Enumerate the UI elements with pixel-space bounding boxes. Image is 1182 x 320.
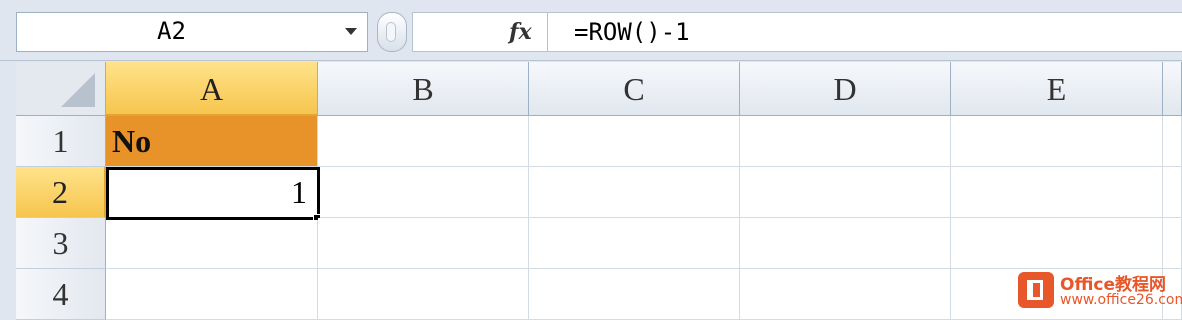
formula-bar-resize-handle[interactable] — [377, 12, 407, 52]
cell-d2[interactable] — [740, 167, 951, 218]
formula-bar: A2 fx =ROW()-1 — [0, 0, 1182, 61]
cell-f3[interactable] — [1163, 218, 1182, 269]
cell-a3[interactable] — [106, 220, 318, 269]
cell-b2[interactable] — [320, 167, 529, 218]
cell-a2-active[interactable]: 1 — [106, 167, 320, 220]
cell-b4[interactable] — [318, 269, 529, 320]
cell-b1[interactable] — [318, 116, 529, 167]
select-all-button[interactable] — [16, 62, 106, 116]
cell-d1[interactable] — [740, 116, 951, 167]
column-header-f-partial[interactable] — [1163, 62, 1182, 116]
cell-f2[interactable] — [1163, 167, 1182, 218]
name-box-dropdown-icon[interactable] — [345, 28, 357, 35]
formula-text: =ROW()-1 — [574, 18, 690, 46]
column-header-c[interactable]: C — [529, 62, 740, 116]
watermark: Office教程网 www.office26.com — [1018, 270, 1182, 314]
row-header-4[interactable]: 4 — [16, 269, 106, 320]
cell-a4[interactable] — [106, 269, 318, 320]
cell-c3[interactable] — [529, 218, 740, 269]
cell-b3[interactable] — [318, 218, 529, 269]
cell-c1[interactable] — [529, 116, 740, 167]
cell-c2[interactable] — [529, 167, 740, 218]
cell-f1[interactable] — [1163, 116, 1182, 167]
column-header-d[interactable]: D — [740, 62, 951, 116]
name-box[interactable]: A2 — [16, 12, 368, 52]
column-header-e[interactable]: E — [951, 62, 1163, 116]
column-header-a[interactable]: A — [106, 62, 318, 116]
cell-d4[interactable] — [740, 269, 951, 320]
cell-e3[interactable] — [951, 218, 1163, 269]
cell-e1[interactable] — [951, 116, 1163, 167]
cell-c4[interactable] — [529, 269, 740, 320]
formula-input[interactable]: =ROW()-1 — [548, 12, 1182, 52]
function-area: fx — [412, 12, 548, 52]
row-header-1[interactable]: 1 — [16, 116, 106, 167]
cell-d3[interactable] — [740, 218, 951, 269]
watermark-url: www.office26.com — [1060, 292, 1182, 308]
office-logo-icon — [1018, 272, 1054, 308]
left-edge — [0, 62, 16, 317]
column-header-b[interactable]: B — [318, 62, 529, 116]
insert-function-icon[interactable]: fx — [509, 19, 532, 45]
row-header-2[interactable]: 2 — [16, 167, 106, 218]
name-box-value: A2 — [157, 17, 186, 45]
cell-a1[interactable]: No — [106, 116, 318, 167]
row-header-3[interactable]: 3 — [16, 218, 106, 269]
cell-e2[interactable] — [951, 167, 1163, 218]
